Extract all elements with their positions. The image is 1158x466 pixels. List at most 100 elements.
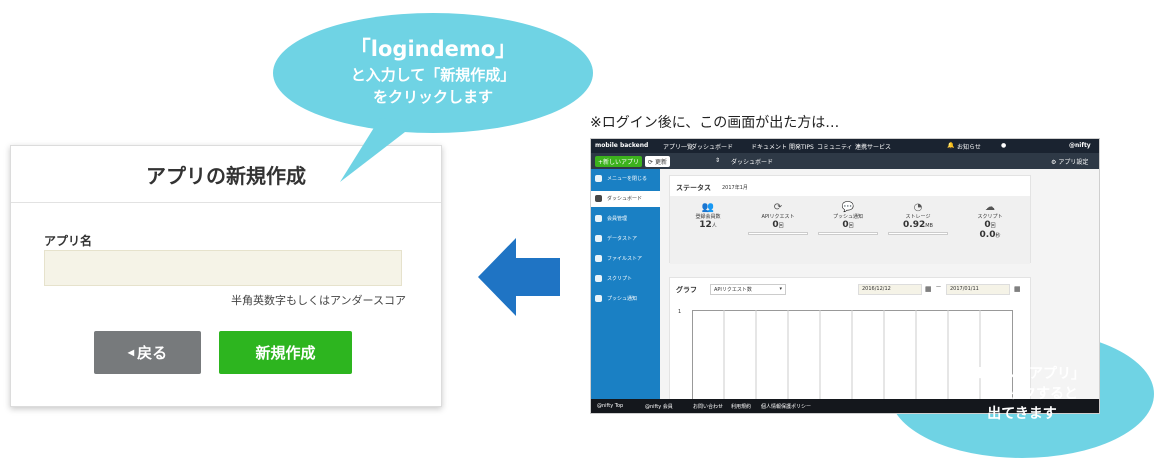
breadcrumb: ダッシュボード [731,159,774,166]
stat-storage: ◔ ストレージ 0.92MB [886,202,950,235]
logo: mobile backend [595,142,649,149]
app-settings-label: アプリ設定 [1058,159,1089,166]
pie-icon: ◔ [913,202,923,213]
calendar-icon[interactable]: ▦ [925,285,932,293]
stat-script: ☁ スクリプト 0回 0.0秒 [958,202,1022,240]
sidebar-item-close-menu[interactable]: メニューを閉じる [591,171,660,187]
gear-icon: ⚙ [1051,159,1057,166]
sidebar-item-label: プッシュ通知 [607,296,638,302]
file-icon [595,255,602,262]
sidebar-item-label: メニューを閉じる [607,176,648,182]
stat-label: プッシュ通知 [832,214,863,220]
top-bubble-tail [340,118,418,182]
stat-value: 0.92 [903,220,926,230]
app-settings-link[interactable]: ⚙ アプリ設定 [1051,157,1088,166]
stat-value-row: 0回 [958,220,1022,230]
footer-link[interactable]: @nifty 会員 [645,403,673,410]
usage-bar [888,232,948,235]
sidebar-item-script[interactable]: スクリプト [591,271,660,287]
nav-item[interactable]: ドキュメント [751,142,787,151]
stat-push: 💬 プッシュ通知 0回 [816,202,880,235]
members-icon [595,215,602,222]
top-nav: mobile backend アプリ一覧 ダッシュボード ドキュメント 開発TI… [591,139,1099,153]
sidebar: メニューを閉じる ダッシュボード 会員管理 データストア ファイルストア スクリ… [591,169,660,401]
stat-api: ⟳ APIリクエスト 0回 [746,202,810,235]
status-panel: ステータス 2017年1月 👥 登録会員数 12人 ⟳ APIリクエスト 0回 … [669,175,1031,264]
stats-row: 👥 登録会員数 12人 ⟳ APIリクエスト 0回 💬 プッシュ通知 0回 ◔ … [670,196,1030,264]
stat-label: スクリプト [977,214,1003,220]
footer-link[interactable]: お問い合わせ [693,403,723,410]
graph-axis-max: 1 [678,309,682,315]
user-icon[interactable]: ● [1001,142,1006,149]
sidebar-item-datastore[interactable]: データストア [591,231,660,247]
members-icon: 👥 [701,202,715,213]
sidebar-item-members[interactable]: 会員管理 [591,211,660,227]
nav-item[interactable]: ダッシュボード [691,142,733,151]
stat-value: 12 [699,220,712,230]
bottom-bubble-line1: 「＋新しいアプリ」 [959,366,1085,382]
stat-value-row: 0回 [746,220,810,230]
bell-icon[interactable]: 🔔 [947,142,954,149]
bottom-bubble-line3: 出てきます [987,406,1057,422]
chat-icon: 💬 [841,202,855,213]
sidebar-item-push[interactable]: プッシュ通知 [591,291,660,307]
bottom-bubble-line2: をクリックすると [966,386,1078,402]
footer-link[interactable]: 個人情報保護ポリシー [761,403,811,410]
refresh-icon: ⟳ [773,202,783,213]
status-title: ステータス [676,184,711,192]
new-app-button[interactable]: +新しいアプリ [595,156,643,167]
top-bubble-line2: と入力して「新規作成」 [350,66,516,84]
date-from-input[interactable]: 2016/12/12 [858,284,922,295]
cloud-icon: ☁ [985,202,995,213]
graph-title: グラフ [676,286,697,294]
sub-nav: +新しいアプリ ⟳ 更新 ⇕ ダッシュボード ⚙ アプリ設定 [591,153,1099,169]
refresh-button[interactable]: ⟳ 更新 [645,156,670,167]
date-separator: — [936,284,941,290]
date-to-input[interactable]: 2017/01/11 [946,284,1010,295]
stat-label: APIリクエスト [761,214,795,220]
footer-link[interactable]: 利用規約 [731,403,751,410]
stat-value-row: 0回 [816,220,880,230]
stat-unit: 秒 [995,233,1001,239]
stat-value-row: 12人 [678,220,738,230]
graph-metric-select[interactable]: APIリクエスト数 ▾ [710,284,786,295]
stat-value: 0.0 [979,230,996,240]
top-bubble-line3: をクリックします [372,88,493,106]
footer-link[interactable]: @nifty Top [597,403,623,409]
stat-unit: 回 [848,223,854,229]
left-arrow-icon [478,238,560,316]
usage-bar [748,232,808,235]
stat-members: 👥 登録会員数 12人 [678,202,738,230]
nav-item[interactable]: アプリ一覧 [663,142,693,151]
nav-item[interactable]: コミュニティ [817,142,853,151]
sidebar-item-label: 会員管理 [607,216,628,222]
top-bubble-line1: 「logindemo」 [349,37,517,61]
sidebar-item-dashboard[interactable]: ダッシュボード [591,191,660,207]
stat-value-row: 0.92MB [886,220,950,230]
sidebar-item-label: データストア [607,236,638,242]
sidebar-item-filestore[interactable]: ファイルストア [591,251,660,267]
stat-unit: MB [925,223,933,229]
stat-label: ストレージ [905,214,931,220]
stat-value-row: 0.0秒 [958,230,1022,240]
stat-unit: 回 [990,223,996,229]
datastore-icon [595,235,602,242]
graph-select-value: APIリクエスト数 [714,287,752,293]
refresh-label: 更新 [654,159,667,166]
nav-item[interactable]: 連携サービス [855,142,891,151]
sidebar-item-label: スクリプト [607,276,633,282]
chevron-updown-icon: ⇕ [715,157,721,164]
sidebar-item-label: ダッシュボード [607,196,643,202]
nav-item[interactable]: 開発TIPS [789,142,814,151]
status-month: 2017年1月 [722,185,748,191]
usage-bar [818,232,878,235]
notice-link[interactable]: お知らせ [957,142,981,151]
sidebar-item-label: ファイルストア [607,256,643,262]
calendar-icon[interactable]: ▦ [1014,285,1021,293]
stat-label: 登録会員数 [695,214,721,220]
brand-logo: @nifty [1069,142,1091,149]
login-note: ※ログイン後に、この画面が出た方は… [590,115,840,131]
script-icon [595,275,602,282]
caret-down-icon: ▾ [779,286,782,292]
chat-icon [595,295,602,302]
